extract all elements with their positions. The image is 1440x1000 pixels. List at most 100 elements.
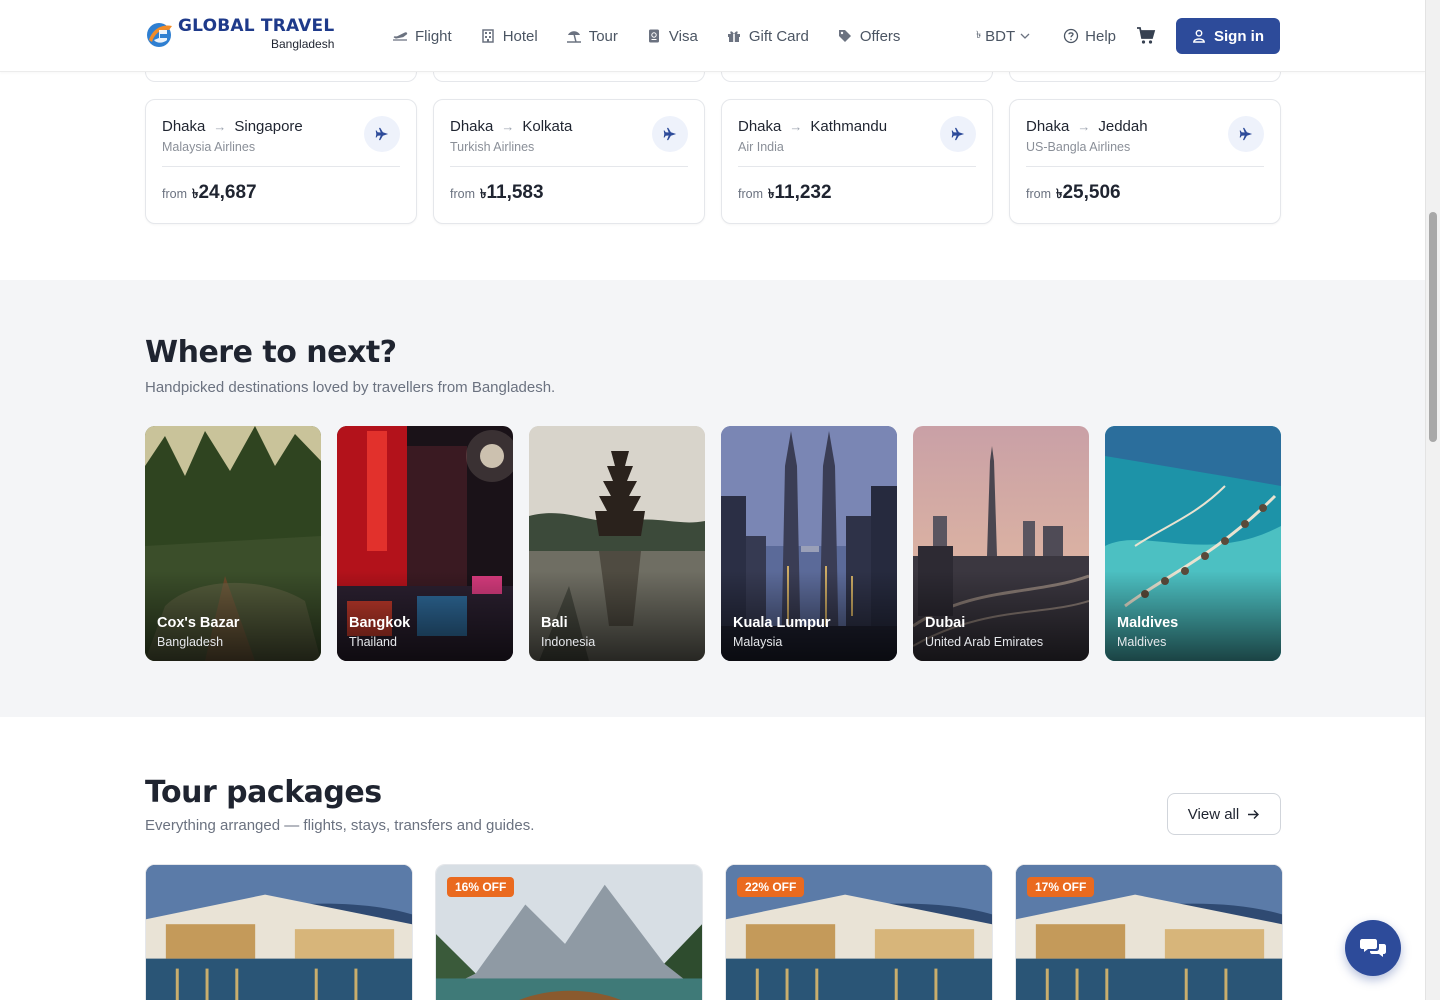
plane-icon	[1228, 116, 1264, 152]
page: GLOBAL TRAVEL Bangladesh Flight Hotel To…	[0, 0, 1425, 1000]
destination-grid: Cox's Bazar Bangladesh Bangkok Thailand …	[145, 426, 1281, 661]
airline-name: US-Bangla Airlines	[1026, 140, 1131, 154]
nav-visa[interactable]: Visa	[646, 22, 698, 50]
origin-city: Dhaka	[450, 118, 494, 135]
tour-card[interactable]: 22% OFF	[725, 864, 993, 1000]
destinations-section: Where to next? Handpicked destinations l…	[0, 280, 1425, 717]
gift-icon	[727, 31, 740, 42]
price-prefix: from	[738, 187, 763, 201]
section-title: Where to next?	[145, 335, 397, 370]
arrow-right-icon: →	[1077, 119, 1091, 134]
origin-city: Dhaka	[162, 118, 206, 135]
nav-label: Gift Card	[748, 27, 809, 45]
price-prefix: from	[1026, 187, 1051, 201]
passport-icon	[648, 29, 659, 43]
main-nav: Flight Hotel Tour Visa Gift Card Offers	[392, 22, 900, 50]
currency-code: BDT	[985, 27, 1016, 45]
view-all-button[interactable]: View all	[1167, 793, 1281, 835]
flight-card[interactable]: Dhaka → Kathmandu Air India from ৳11,232	[721, 99, 993, 224]
plane-icon	[393, 32, 408, 41]
nav-flight[interactable]: Flight	[392, 22, 452, 50]
arrow-right-icon	[1248, 809, 1260, 819]
question-circle-icon	[1063, 28, 1079, 44]
nav-label: Flight	[415, 27, 452, 45]
flight-card[interactable]: Dhaka → Singapore Malaysia Airlines from…	[145, 99, 417, 224]
nav-label: Offers	[859, 27, 901, 45]
nav-label: Hotel	[502, 27, 538, 45]
globe-logo-icon	[147, 23, 172, 47]
arrow-right-icon: →	[213, 119, 227, 134]
destination-card[interactable]: Maldives Maldives	[1105, 426, 1281, 661]
price-value: ৳11,232	[768, 182, 832, 203]
nav-tour[interactable]: Tour	[566, 22, 618, 50]
site-header: GLOBAL TRAVEL Bangladesh Flight Hotel To…	[0, 0, 1425, 72]
plane-icon	[940, 116, 976, 152]
destination-country: Maldives	[1117, 635, 1167, 649]
price-row: from ৳24,687	[162, 182, 257, 206]
destination-city: Kolkata	[522, 118, 573, 135]
brand-logo[interactable]: GLOBAL TRAVEL Bangladesh	[145, 18, 334, 50]
user-icon	[1193, 29, 1205, 43]
destination-card[interactable]: Bangkok Thailand	[337, 426, 513, 661]
airline-name: Malaysia Airlines	[162, 140, 256, 154]
price-prefix: from	[450, 187, 475, 201]
destination-name: Bangkok	[349, 615, 411, 631]
tour-card[interactable]: 16% OFF	[435, 864, 703, 1000]
destination-card[interactable]: Dubai United Arab Emirates	[913, 426, 1089, 661]
tour-card[interactable]: 17% OFF	[1015, 864, 1283, 1000]
destination-country: Indonesia	[541, 635, 596, 649]
destination-name: Dubai	[925, 615, 966, 631]
destination-card[interactable]: Cox's Bazar Bangladesh	[145, 426, 321, 661]
chat-icon	[1360, 939, 1386, 957]
scrollbar-thumb[interactable]	[1429, 212, 1437, 442]
destination-card[interactable]: Bali Indonesia	[529, 426, 705, 661]
nav-hotel[interactable]: Hotel	[480, 22, 538, 50]
destination-name: Kuala Lumpur	[733, 615, 831, 631]
destination-card[interactable]: Kuala Lumpur Malaysia	[721, 426, 897, 661]
destination-country: Bangladesh	[157, 635, 224, 649]
section-title: Tour packages	[145, 775, 382, 810]
flight-card[interactable]: Dhaka → Jeddah US-Bangla Airlines from ৳…	[1009, 99, 1281, 224]
cart-icon[interactable]	[1136, 26, 1156, 46]
discount-badge: 22% OFF	[737, 877, 805, 897]
destination-name: Bali	[541, 615, 568, 631]
sign-in-button[interactable]: Sign in	[1176, 18, 1280, 54]
help-link[interactable]: Help	[1063, 28, 1116, 45]
destination-name: Cox's Bazar	[157, 615, 240, 631]
header-actions: ৳ BDT Help Sign in	[976, 18, 1280, 54]
destination-city: Jeddah	[1098, 118, 1148, 135]
destination-country: Malaysia	[733, 635, 783, 649]
destination-city: Singapore	[234, 118, 303, 135]
nav-label: Visa	[668, 27, 698, 45]
tour-card[interactable]	[145, 864, 413, 1000]
chat-button[interactable]	[1345, 920, 1401, 976]
tag-icon	[838, 30, 851, 42]
flight-card[interactable]: Dhaka → Kolkata Turkish Airlines from ৳1…	[433, 99, 705, 224]
chevron-down-icon	[1020, 33, 1030, 39]
section-subtitle: Everything arranged — flights, stays, tr…	[145, 817, 535, 834]
nav-gift-card[interactable]: Gift Card	[726, 22, 809, 50]
page-scrollbar[interactable]	[1425, 0, 1440, 1000]
discount-badge: 16% OFF	[447, 877, 515, 897]
help-label: Help	[1085, 27, 1116, 45]
price-value: ৳11,583	[480, 182, 544, 203]
divider	[738, 166, 976, 167]
destination-country: Thailand	[349, 635, 397, 649]
discount-badge: 17% OFF	[1027, 877, 1095, 897]
arrow-right-icon: →	[789, 119, 803, 134]
airline-name: Air India	[738, 140, 784, 154]
sign-in-label: Sign in	[1214, 27, 1264, 45]
beach-icon	[566, 31, 581, 43]
divider	[450, 166, 688, 167]
divider	[162, 166, 400, 167]
price-value: ৳24,687	[192, 182, 257, 203]
origin-city: Dhaka	[1026, 118, 1070, 135]
destination-country: United Arab Emirates	[925, 635, 1044, 649]
nav-offers[interactable]: Offers	[837, 22, 901, 50]
arrow-right-icon: →	[501, 119, 515, 134]
currency-selector[interactable]: ৳ BDT	[976, 28, 1031, 45]
brand-title: GLOBAL TRAVEL	[178, 16, 335, 36]
divider	[1026, 166, 1264, 167]
origin-city: Dhaka	[738, 118, 782, 135]
brand-subtitle: Bangladesh	[271, 37, 335, 51]
